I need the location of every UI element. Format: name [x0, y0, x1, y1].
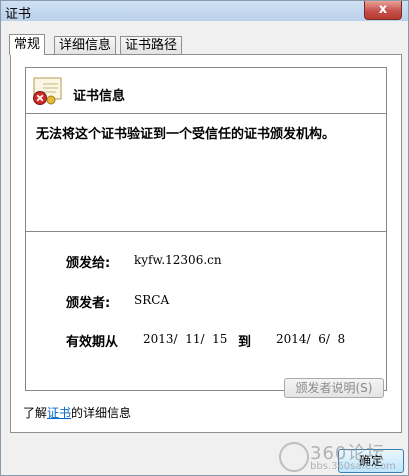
cert-error-message: 无法将这个证书验证到一个受信任的证书颁发机构。	[36, 127, 336, 142]
watermark-bottom-text: bbs.360safe.com	[310, 461, 396, 472]
tab-general[interactable]: 常规	[9, 34, 46, 55]
title-bar[interactable]: 证书 x	[1, 1, 408, 22]
validity-to-label: 到	[238, 335, 252, 350]
issuer-statement-button[interactable]: 颁发者说明(S)	[284, 378, 384, 398]
window-title: 证书	[5, 7, 32, 22]
validity-label: 有效期从	[66, 335, 119, 350]
tab-panel: 证书信息 无法将这个证书验证到一个受信任的证书颁发机构。 颁发给: kyfw.1…	[10, 54, 402, 433]
cert-info-box: 证书信息 无法将这个证书验证到一个受信任的证书颁发机构。 颁发给: kyfw.1…	[25, 67, 387, 391]
issued-by-row: 颁发者: SRCA	[66, 292, 169, 311]
divider	[26, 231, 386, 232]
watermark-logo-icon	[279, 442, 309, 472]
issued-to-value: kyfw.12306.cn	[134, 253, 222, 267]
cert-info-heading: 证书信息	[73, 89, 126, 104]
close-button[interactable]: x	[364, 1, 402, 20]
learn-more-prefix: 了解	[23, 406, 48, 420]
learn-more-suffix: 的详细信息	[71, 406, 132, 420]
certificate-error-icon	[33, 77, 62, 105]
learn-more-text: 了解证书的详细信息	[23, 404, 131, 421]
issued-by-value: SRCA	[134, 293, 170, 307]
issued-to-label: 颁发给:	[66, 256, 111, 271]
watermark: 360论坛 bbs.360safe.com	[276, 439, 406, 475]
issued-to-row: 颁发给: kyfw.12306.cn	[66, 252, 222, 271]
tab-details[interactable]: 详细信息	[54, 36, 117, 54]
tab-cert-path[interactable]: 证书路径	[120, 36, 183, 54]
learn-more-link[interactable]: 证书	[47, 406, 71, 420]
valid-to-value: 2014/ 6/ 8	[276, 332, 346, 346]
validity-row: 有效期从 2013/ 11/ 15 到 2014/ 6/ 8	[66, 331, 366, 350]
divider	[26, 113, 386, 114]
issued-by-label: 颁发者:	[66, 296, 111, 311]
certificate-dialog: 证书 x 常规 详细信息 证书路径 证书信息 无法将这个证书验证到一个受信任的证…	[0, 0, 409, 476]
valid-from-value: 2013/ 11/ 15	[143, 332, 228, 346]
